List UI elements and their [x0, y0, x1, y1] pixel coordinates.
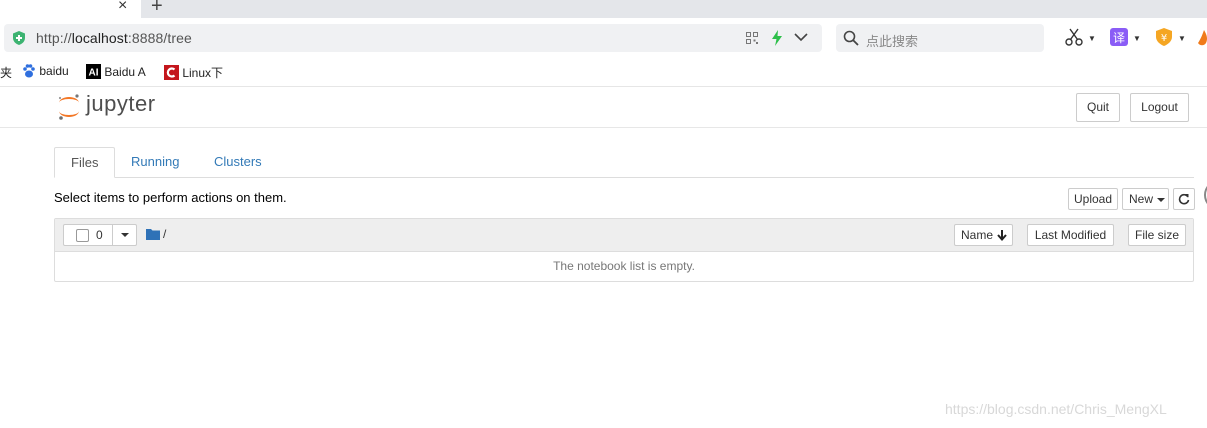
dropdown-caret-icon: ▼ [1088, 34, 1096, 43]
new-dropdown-button[interactable]: New [1122, 188, 1169, 210]
bookmark-baidu-ai[interactable]: AI Baidu A [86, 64, 146, 79]
arrow-down-icon [997, 230, 1007, 241]
bookmark-folder[interactable]: 夹 [0, 64, 12, 81]
url-scheme: http:// [36, 30, 72, 46]
screenshot-extension[interactable]: ▼ [1065, 28, 1096, 48]
jupyter-header: jupyter Quit Logout [0, 87, 1207, 128]
refresh-icon [1178, 193, 1190, 205]
quit-button[interactable]: Quit [1076, 93, 1120, 122]
bookmark-baidu[interactable]: baidu [22, 64, 69, 78]
folder-icon[interactable] [146, 228, 160, 240]
ai-logo-icon: AI [86, 64, 101, 79]
dropdown-caret-icon: ▼ [1133, 34, 1141, 43]
search-icon [843, 30, 859, 46]
selection-hint: Select items to perform actions on them. [54, 190, 287, 205]
breadcrumb-root[interactable]: / [163, 227, 166, 241]
browser-tab-strip: × + [0, 0, 1207, 18]
secure-shield-icon [13, 31, 25, 45]
tab-files[interactable]: Files [54, 147, 116, 178]
scissors-icon [1065, 28, 1083, 46]
divider [112, 225, 113, 245]
list-header: 0 / Name Last Modified File size [55, 219, 1193, 252]
url-text[interactable]: http://localhost:8888/tree [36, 30, 192, 46]
search-placeholder: 点此搜索 [866, 34, 919, 49]
translate-icon: 译 [1110, 28, 1128, 46]
url-host: localhost [71, 30, 128, 46]
bookmarks-bar: 夹 baidu AI Baidu A Linux下 [0, 58, 1207, 87]
new-button-label: New [1129, 192, 1154, 206]
select-all-group[interactable]: 0 [63, 224, 137, 246]
browser-toolbar: http://localhost:8888/tree 点此搜索 ▼ 译 ▼ ¥ … [0, 18, 1207, 58]
select-all-checkbox[interactable] [76, 229, 89, 242]
browser-tab[interactable]: × [0, 0, 141, 18]
new-tab-icon[interactable]: + [151, 0, 163, 16]
shopping-extension[interactable]: ¥ ▼ [1155, 28, 1186, 48]
notebook-list: 0 / Name Last Modified File size The not… [54, 218, 1194, 282]
select-menu-caret-icon[interactable] [121, 233, 129, 237]
sort-by-last-modified-button[interactable]: Last Modified [1027, 224, 1114, 246]
upload-button[interactable]: Upload [1068, 188, 1118, 210]
svg-text:译: 译 [1113, 31, 1125, 45]
refresh-button[interactable] [1173, 188, 1195, 210]
svg-text:¥: ¥ [1161, 33, 1167, 44]
address-bar[interactable]: http://localhost:8888/tree [4, 24, 822, 52]
jupyter-logo-icon[interactable] [57, 93, 81, 121]
caret-down-icon [1157, 198, 1165, 202]
logout-button[interactable]: Logout [1130, 93, 1189, 122]
bookmark-label: baidu [39, 64, 69, 78]
watermark: https://blog.csdn.net/Chris_MengXL [945, 401, 1167, 417]
tab-close-icon[interactable]: × [118, 0, 127, 15]
csdn-logo-icon [164, 65, 179, 80]
bookmark-label: Linux下 [182, 66, 224, 80]
jupyter-wordmark[interactable]: jupyter [86, 91, 156, 117]
yuan-shield-icon: ¥ [1156, 28, 1172, 46]
bookmark-linux[interactable]: Linux下 [164, 64, 223, 81]
tab-running[interactable]: Running [115, 147, 195, 177]
selected-count: 0 [96, 228, 103, 242]
sort-by-file-size-button[interactable]: File size [1128, 224, 1186, 246]
extension-flame-icon[interactable] [1198, 30, 1207, 46]
sort-by-name-button[interactable]: Name [954, 224, 1013, 246]
chevron-down-icon[interactable] [794, 32, 808, 42]
dashboard-tabs: Files Running Clusters [54, 147, 1194, 178]
url-path: :8888/tree [127, 30, 192, 46]
bookmark-label: Baidu A [104, 65, 146, 79]
dropdown-caret-icon: ▼ [1178, 34, 1186, 43]
tab-clusters[interactable]: Clusters [198, 147, 278, 177]
empty-list-message: The notebook list is empty. [553, 259, 695, 273]
baidu-paw-icon [23, 64, 35, 78]
svg-text:AI: AI [89, 68, 99, 79]
column-name-label: Name [961, 228, 994, 242]
lightning-icon[interactable] [771, 30, 783, 46]
qr-code-icon[interactable] [746, 32, 758, 44]
translate-extension[interactable]: 译 ▼ [1110, 28, 1141, 48]
browser-search-box[interactable]: 点此搜索 [836, 24, 1044, 52]
